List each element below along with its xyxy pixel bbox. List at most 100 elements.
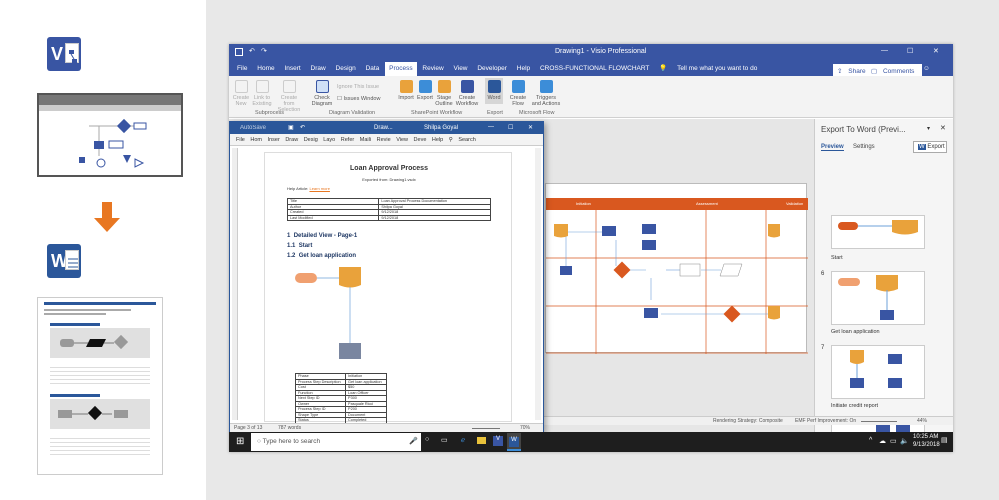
word-search-box[interactable]: Search [456, 134, 477, 146]
edge-icon[interactable]: ℯ [461, 436, 465, 444]
redo-icon[interactable]: ↷ [261, 47, 267, 55]
swimlane-flowchart[interactable] [546, 210, 808, 354]
tab-review[interactable]: Review [418, 62, 447, 76]
tab-insert[interactable]: Insert [280, 62, 304, 76]
word-tab-view[interactable]: View [394, 134, 410, 146]
preview-page-number: 6 [821, 271, 825, 277]
word-doc-thumbnail [37, 297, 163, 475]
word-minimize-icon[interactable]: — [488, 124, 494, 130]
notifications-icon[interactable]: ▤ [941, 436, 948, 444]
export-button[interactable]: W Export [913, 141, 947, 153]
pane-tab-settings[interactable]: Settings [853, 144, 875, 150]
pane-close-icon[interactable]: ✕ [940, 124, 946, 132]
word-tab-file[interactable]: File [234, 134, 247, 146]
triggers-actions-button[interactable]: Triggers and Actions [531, 80, 561, 107]
create-flow-button[interactable]: Create Flow [509, 80, 527, 107]
import-button[interactable]: Import [397, 80, 415, 101]
word-save-icon[interactable]: ▣ [288, 124, 294, 131]
help-article-link[interactable]: Learn more [309, 186, 329, 191]
word-tab-layout[interactable]: Layo [321, 134, 337, 146]
vertical-ruler [232, 148, 238, 420]
word-tab-references[interactable]: Refer [339, 134, 356, 146]
word-title: Draw... [374, 125, 393, 131]
preview-page-7[interactable] [831, 345, 925, 399]
word-tab-review[interactable]: Revie [375, 134, 393, 146]
down-arrow-icon [94, 202, 120, 232]
word-statusbar: Page 3 of 13 787 words 70% [230, 423, 543, 432]
minimize-icon[interactable]: — [881, 47, 888, 54]
word-tab-help[interactable]: Help [430, 134, 445, 146]
tab-cross-functional[interactable]: CROSS-FUNCTIONAL FLOWCHART [536, 62, 653, 76]
create-workflow-button[interactable]: Create Workflow [455, 80, 479, 107]
lane-initiation: Initiation [576, 201, 591, 206]
word-tab-design[interactable]: Desig [302, 134, 320, 146]
onedrive-icon[interactable]: ☁ [879, 437, 886, 445]
tab-process[interactable]: Process [385, 62, 417, 76]
taskbar-time: 10:25 AM [913, 434, 939, 440]
word-close-icon[interactable]: ✕ [528, 124, 533, 131]
export-to-word-pane: Export To Word (Previ... ▾ ✕ Preview Set… [814, 119, 953, 452]
task-view-icon[interactable]: ▭ [441, 436, 448, 444]
visio-ribbon-tabs: File Home Insert Draw Design Data Proces… [229, 62, 953, 80]
tab-view[interactable]: View [450, 62, 472, 76]
issues-window-checkbox[interactable]: ☐ Issues Window [337, 96, 380, 102]
tab-design[interactable]: Design [332, 62, 360, 76]
file-explorer-icon[interactable] [477, 437, 486, 444]
lines-icon [68, 258, 78, 268]
network-icon[interactable]: ▭ [890, 437, 897, 445]
mic-icon[interactable]: 🎤 [409, 437, 418, 445]
word-tab-mailings[interactable]: Maili [358, 134, 373, 146]
tab-data[interactable]: Data [362, 62, 384, 76]
smiley-icon[interactable]: ☺ [919, 62, 934, 76]
word-export-button[interactable]: Word [485, 78, 503, 104]
cortana-icon[interactable]: ○ [425, 436, 429, 443]
doc-thumb-diagram [50, 399, 150, 429]
close-icon[interactable]: ✕ [933, 47, 939, 55]
start-icon[interactable]: ⊞ [236, 436, 244, 447]
preview-page-6[interactable] [831, 271, 925, 325]
create-from-selection-button[interactable]: Create from Selection [275, 80, 303, 113]
zoom-slider[interactable] [861, 421, 897, 422]
tab-home[interactable]: Home [253, 62, 278, 76]
tray-up-icon[interactable]: ^ [869, 437, 872, 444]
create-new-button[interactable]: Create New [232, 80, 250, 107]
save-icon[interactable] [235, 48, 243, 56]
preview-page-start[interactable] [831, 215, 925, 249]
word-taskbar-icon[interactable]: W [507, 433, 521, 451]
taskbar-search[interactable]: ○ Type here to search [251, 433, 421, 451]
pane-menu-icon[interactable]: ▾ [927, 125, 930, 132]
autosave-toggle[interactable]: AutoSave [240, 125, 266, 131]
undo-icon[interactable]: ↶ [249, 47, 255, 55]
doc-thumb-flow-icon [60, 334, 129, 350]
word-tab-insert[interactable]: Inser [266, 134, 282, 146]
stage-outline-button[interactable]: Stage Outline [435, 80, 453, 107]
word-tab-draw[interactable]: Draw [283, 134, 300, 146]
tab-file[interactable]: File [233, 62, 251, 76]
export-sp-button[interactable]: Export [416, 80, 434, 101]
drawing-page[interactable]: Initiation Assessment Validation [545, 183, 808, 354]
word-undo-icon[interactable]: ↶ [300, 124, 305, 131]
lane-validation: Validation [786, 201, 804, 206]
vertical-scrollbar[interactable] [535, 148, 541, 420]
volume-icon[interactable]: 🔈 [900, 437, 909, 445]
windows-taskbar: ⊞ ○ Type here to search 🎤 ○ ▭ ℯ V W ^ ☁ … [229, 432, 953, 452]
tell-me-box[interactable]: Tell me what you want to do [673, 62, 761, 76]
ignore-issue-option[interactable]: Ignore This Issue [337, 84, 379, 90]
link-existing-button[interactable]: Link to Existing [252, 80, 272, 107]
word-maximize-icon[interactable]: ☐ [508, 124, 513, 131]
visio-taskbar-icon[interactable]: V [493, 436, 503, 446]
check-diagram-button[interactable]: Check Diagram [311, 80, 333, 107]
word-tab-home[interactable]: Hom [248, 134, 264, 146]
page6-thumb [838, 275, 898, 320]
word-tab-developer[interactable]: Deve [412, 134, 429, 146]
pane-tab-preview[interactable]: Preview [821, 144, 844, 151]
doc-thumb-table [50, 435, 150, 457]
doc-thumb-section-bar [50, 323, 100, 326]
preview-caption-get-loan: Get loan application [831, 329, 880, 335]
tab-draw[interactable]: Draw [307, 62, 330, 76]
tab-developer[interactable]: Developer [473, 62, 511, 76]
word-zoom-slider[interactable] [472, 428, 500, 429]
tab-help[interactable]: Help [513, 62, 534, 76]
maximize-icon[interactable]: ☐ [907, 47, 913, 55]
table-row: Last Modified 9/12/2018 [286, 214, 491, 221]
